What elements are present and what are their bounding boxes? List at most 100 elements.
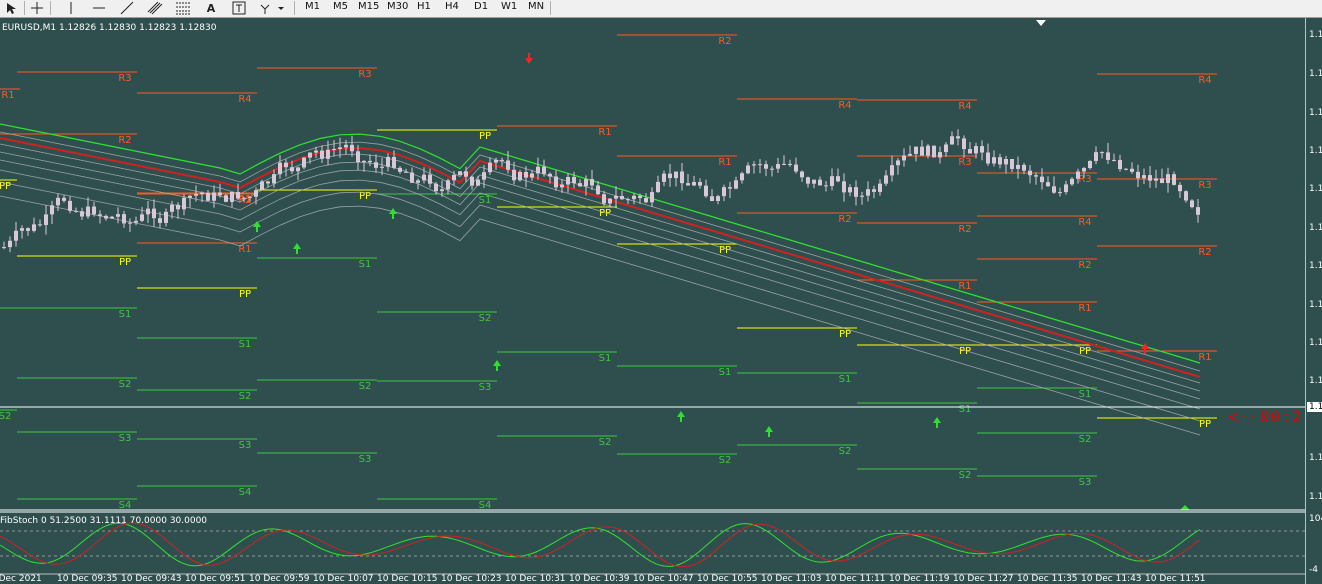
candle-body — [1082, 168, 1086, 172]
pivot-label-pp: PP — [719, 245, 731, 256]
current-price-tag: 1.1 — [1307, 402, 1322, 412]
candle-body — [548, 173, 552, 177]
pivot-label-r2: R2 — [1078, 260, 1091, 271]
candle-body — [1112, 159, 1116, 161]
toolbar-separator — [294, 1, 295, 15]
candle-body — [878, 183, 882, 192]
time-tick: 10 Dec 10:15 — [377, 574, 438, 584]
pivot-label-r2: R2 — [1198, 247, 1211, 258]
pivot-label-r1: R1 — [958, 281, 971, 292]
timeframe-h4[interactable]: H4 — [445, 0, 459, 17]
candle-body — [68, 200, 72, 211]
candle-body — [752, 164, 756, 166]
candle-body — [392, 156, 396, 168]
timeframe-d1[interactable]: D1 — [474, 0, 488, 17]
candle-body — [962, 138, 966, 150]
candle-body — [782, 163, 786, 165]
timeframe-mn[interactable]: MN — [528, 0, 544, 17]
candle-body — [938, 152, 942, 158]
timeframe-m5[interactable]: M5 — [333, 0, 348, 17]
candle-body — [374, 162, 378, 168]
candle-body — [200, 192, 204, 195]
price-tick: 1.1 — [1309, 492, 1322, 502]
candle-body — [1100, 152, 1104, 154]
vertical-line-icon[interactable] — [60, 0, 82, 16]
candle-body — [668, 173, 672, 179]
candle-body — [560, 184, 564, 188]
buy-arrow-icon — [1141, 343, 1149, 354]
candle-body — [830, 176, 834, 187]
time-tick: 9 Dec 2021 — [0, 574, 42, 584]
symbol-ohlc-info: EURUSD,M1 1.12826 1.12830 1.12823 1.1283… — [2, 23, 217, 33]
candle-body — [254, 190, 258, 197]
trendline-icon[interactable] — [116, 0, 138, 16]
candle-body — [434, 183, 438, 192]
price-tick: 1.1 — [1309, 338, 1322, 348]
candle-body — [806, 177, 810, 184]
price-axis[interactable]: 1.1 1.1 1.1 1.1 1.1 1.1 1.1 1.1 1.1 1.1 … — [1305, 18, 1322, 584]
toolbar-separator — [550, 1, 551, 15]
candle-body — [32, 224, 36, 231]
candle-body — [470, 176, 474, 186]
text-icon[interactable]: A — [200, 0, 222, 16]
candle-body — [968, 149, 972, 154]
timeframe-h1[interactable]: H1 — [417, 0, 431, 17]
arrows-dropdown-icon[interactable] — [258, 0, 286, 16]
crosshair-icon[interactable] — [26, 0, 48, 16]
time-tick: 10 Dec 09:35 — [57, 574, 118, 584]
chart-toolbar: A M1 M5 M15 M30 H1 H4 D1 W1 MN — [0, 0, 1322, 18]
candle-body — [476, 179, 480, 186]
scroll-marker-icon[interactable] — [1036, 20, 1046, 26]
pivot-label-r2: R2 — [958, 224, 971, 235]
stoch-axis-top: 104 — [1309, 514, 1322, 524]
cursor-icon[interactable] — [0, 0, 22, 16]
candle-body — [704, 185, 708, 197]
equidistant-channel-icon[interactable] — [144, 0, 166, 16]
candle-body — [1148, 175, 1152, 181]
candle-body — [770, 168, 774, 170]
horizontal-line-icon[interactable] — [88, 0, 110, 16]
text-label-icon[interactable] — [228, 0, 250, 16]
pivot-label-s1: S1 — [959, 404, 972, 415]
timeframe-w1[interactable]: W1 — [501, 0, 517, 17]
price-chart[interactable]: R3 R1 R4 R2 R1 R2 PP PP PP S1 S1 S2 S2 S2 S3 S3 S4 S4 R3 PP… — [0, 18, 1305, 584]
pivot-label-s1: S1 — [239, 339, 252, 350]
pivot-label-s4: S4 — [239, 487, 252, 498]
candle-body — [1040, 176, 1044, 183]
candle-body — [1058, 192, 1062, 194]
candle-body — [134, 220, 138, 223]
candle-body — [8, 240, 12, 248]
candle-body — [1118, 160, 1122, 170]
pivot-label-s2: S2 — [1079, 434, 1092, 445]
candle-body — [284, 162, 288, 168]
candle-body — [1094, 152, 1098, 161]
pivot-label-r3: R3 — [118, 73, 131, 84]
pivot-label-s2: S2 — [719, 455, 732, 466]
candle-body — [1142, 175, 1146, 179]
candle-body — [92, 206, 96, 215]
candle-body — [842, 181, 846, 193]
candle-body — [188, 195, 192, 198]
candle-body — [194, 194, 198, 196]
fibonacci-icon[interactable] — [172, 0, 194, 16]
buy-arrow-icon — [253, 221, 261, 232]
candle-body — [884, 175, 888, 184]
timeframe-m1[interactable]: M1 — [305, 0, 320, 17]
candle-body — [584, 179, 588, 187]
candle-body — [458, 171, 462, 175]
timeframe-m15[interactable]: M15 — [358, 0, 379, 17]
time-axis[interactable]: 9 Dec 2021 10 Dec 09:35 10 Dec 09:43 10 … — [0, 574, 1305, 584]
candle-body — [596, 185, 600, 195]
candle-body — [146, 208, 150, 215]
candle-body — [920, 146, 924, 156]
candle-body — [452, 174, 456, 181]
candle-body — [302, 157, 306, 168]
shift-marker-icon — [1180, 505, 1190, 510]
candle-body — [74, 210, 78, 212]
candle-body — [104, 215, 108, 219]
timeframe-m30[interactable]: M30 — [387, 0, 408, 17]
candle-body — [242, 197, 246, 199]
pivot-label-r4: R4 — [1198, 75, 1211, 86]
candle-body — [620, 196, 624, 200]
candle-body — [854, 187, 858, 197]
